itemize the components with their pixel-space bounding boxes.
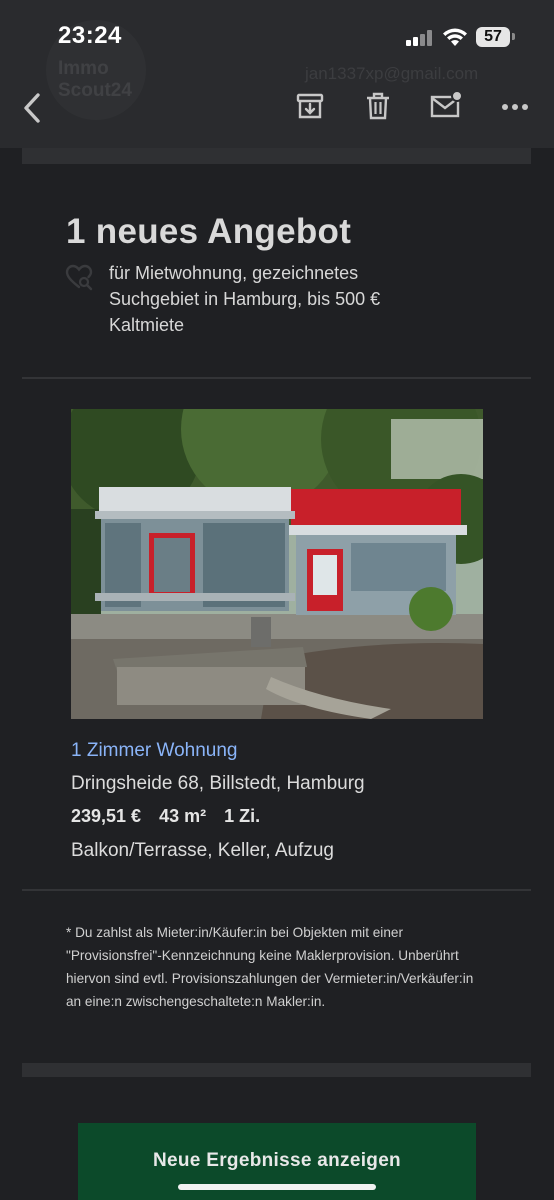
listing-features: Balkon/Terrasse, Keller, Aufzug — [71, 840, 334, 861]
listing-price: 239,51 € — [71, 806, 142, 826]
battery-indicator: 57 — [476, 27, 510, 47]
offer-description: für Mietwohnung, gezeichnetes Suchgebiet… — [109, 263, 381, 335]
archive-icon — [296, 93, 324, 119]
more-button[interactable] — [500, 90, 532, 122]
mark-unread-button[interactable] — [430, 90, 463, 122]
battery-nub — [512, 33, 515, 40]
provision-disclaimer: * Du zahlst als Mieter:in/Käufer:in bei … — [66, 925, 474, 1009]
listing-area: 43 m² — [159, 806, 207, 826]
email-header: Immo Scout24 jan1337xp@gmail.com 23:24 5… — [0, 0, 554, 148]
heart-search-icon — [65, 264, 93, 291]
signal-icon — [406, 30, 434, 46]
wifi-icon — [443, 28, 467, 46]
delete-button[interactable] — [362, 90, 394, 122]
more-horizontal-icon — [502, 104, 528, 110]
divider — [22, 377, 531, 379]
divider — [22, 889, 531, 891]
archive-button[interactable] — [294, 90, 326, 122]
listing-address: Dringsheide 68, Billstedt, Hamburg — [71, 773, 365, 794]
trash-icon — [367, 92, 389, 120]
section-separator — [22, 148, 531, 164]
listing-facts: 239,51 € 43 m² 1 Zi. — [71, 806, 273, 827]
section-separator — [22, 1063, 531, 1077]
home-indicator[interactable] — [178, 1184, 376, 1190]
listing-photo-image — [71, 409, 483, 719]
sender-logo-text: Immo Scout24 — [58, 58, 132, 101]
listing-rooms: 1 Zi. — [224, 806, 261, 826]
offer-title: 1 neues Angebot — [66, 212, 352, 251]
mail-unread-icon — [430, 90, 463, 118]
sender-email: jan1337xp@gmail.com — [305, 64, 479, 83]
listing-photo[interactable] — [71, 409, 483, 719]
back-button[interactable] — [20, 92, 46, 124]
back-arrow-icon — [24, 93, 40, 123]
listing-title-link[interactable]: 1 Zimmer Wohnung — [71, 740, 238, 762]
status-time: 23:24 — [58, 22, 122, 49]
